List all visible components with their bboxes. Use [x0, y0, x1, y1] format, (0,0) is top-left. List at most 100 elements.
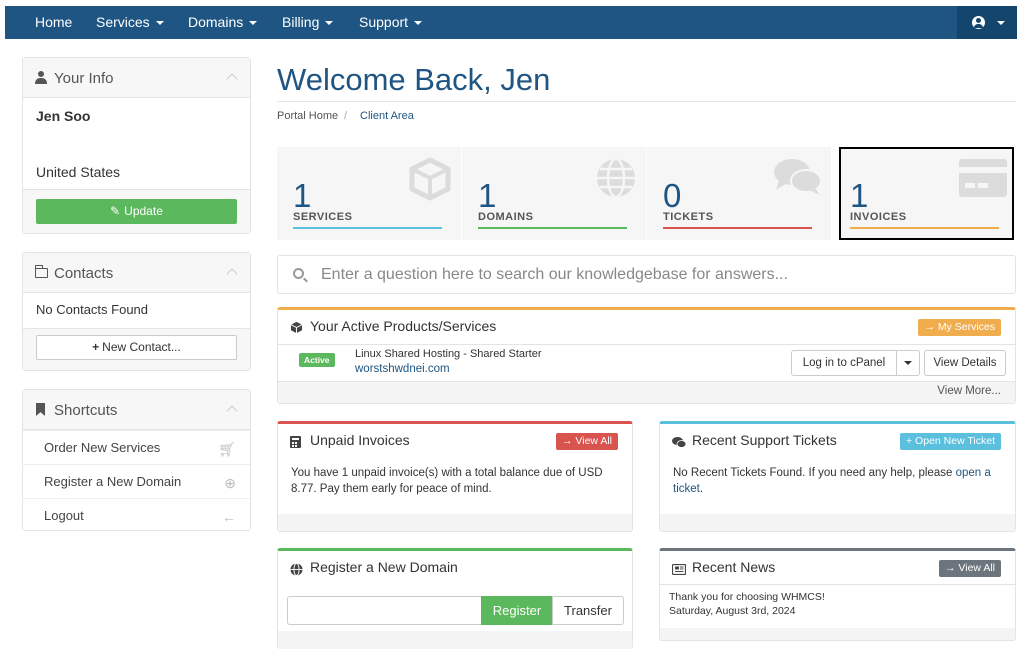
new-contact-button[interactable]: + New Contact... [36, 335, 237, 360]
invoices-view-all-label: View All [575, 435, 612, 447]
folder-icon [35, 265, 48, 278]
comments-icon [774, 159, 822, 195]
update-label: Update [124, 204, 163, 218]
shortcuts-panel: Shortcuts Order New Services 🛒︎ Register… [22, 389, 251, 531]
caret-down-icon [249, 21, 258, 26]
domains-label: DOMAINS [478, 211, 534, 223]
arrow-right-icon: → [924, 321, 938, 333]
your-info-header[interactable]: Your Info [23, 58, 250, 98]
unpaid-invoices-text: You have 1 unpaid invoice(s) with a tota… [291, 467, 603, 495]
chevron-up-icon[interactable] [226, 268, 238, 280]
services-underline [293, 227, 442, 229]
domain-footer [278, 631, 632, 649]
knowledgebase-search-input[interactable] [321, 264, 1001, 286]
transfer-button[interactable]: Transfer [552, 596, 624, 625]
arrow-left-icon: ← [222, 509, 236, 525]
period-text: . [699, 483, 704, 495]
globe-icon: ⊕ [224, 475, 236, 491]
news-headline: Thank you for choosing WHMCS! [669, 591, 825, 603]
recent-tickets-text: No Recent Tickets Found. If you need any… [673, 465, 1003, 497]
nav-support-label: Support [359, 14, 409, 30]
no-tickets-text: No Recent Tickets Found. If you need any… [673, 467, 953, 479]
open-new-ticket-button[interactable]: + Open New Ticket [899, 433, 1001, 450]
invoices-view-all-button[interactable]: → View All [556, 433, 618, 450]
stat-tile-domains[interactable]: 1 DOMAINS [462, 147, 646, 240]
caret-down-icon [414, 21, 423, 26]
stat-tile-invoices[interactable]: 1 INVOICES [839, 147, 1014, 240]
my-services-label: My Services [937, 321, 995, 333]
invoices-count: 1 [850, 177, 869, 214]
knowledgebase-search [277, 255, 1016, 294]
product-domain-link[interactable]: worstshwdnei.com [355, 363, 450, 375]
product-name: Linux Shared Hosting - Shared Starter [355, 348, 542, 360]
news-divider [660, 584, 1015, 585]
news-item[interactable]: Thank you for choosing WHMCS! Saturday, … [669, 590, 825, 618]
cube-icon [290, 321, 303, 334]
tickets-label: TICKETS [663, 211, 714, 223]
active-products-card: Your Active Products/Services → My Servi… [277, 307, 1016, 404]
stat-tile-tickets[interactable]: 0 TICKETS [647, 147, 831, 240]
products-divider [278, 344, 1015, 345]
domain-search-input[interactable] [287, 596, 482, 625]
search-icon [293, 268, 304, 279]
shortcut-register-domain[interactable]: Register a New Domain ⊕ [23, 464, 250, 498]
your-info-panel: Your Info Jen Soo United States ✎ Update [22, 57, 251, 234]
status-badge: Active [299, 353, 335, 367]
newspaper-icon [672, 564, 686, 575]
chevron-up-icon[interactable] [226, 73, 238, 85]
comments-icon [672, 437, 686, 448]
no-contacts-text: No Contacts Found [36, 302, 149, 317]
client-name: Jen Soo [36, 108, 91, 124]
shortcut-label: Logout [44, 508, 84, 523]
invoices-footer [278, 514, 632, 531]
shortcut-logout[interactable]: Logout ← [23, 498, 250, 532]
nav-billing-label: Billing [282, 14, 320, 30]
nav-support[interactable]: Support [359, 6, 423, 39]
user-icon [35, 71, 47, 84]
contacts-title: Contacts [54, 265, 114, 282]
view-more-link[interactable]: View More... [937, 385, 1001, 397]
recent-tickets-card: Recent Support Tickets + Open New Ticket… [659, 421, 1016, 532]
caret-down-icon [325, 21, 334, 26]
view-details-button[interactable]: View Details [924, 350, 1006, 376]
unpaid-invoices-card: Unpaid Invoices → View All You have 1 un… [277, 421, 633, 532]
contacts-header[interactable]: Contacts [23, 253, 250, 293]
nav-services[interactable]: Services [96, 6, 164, 39]
shortcut-label: Order New Services [44, 440, 161, 455]
tickets-footer [660, 514, 1015, 531]
shortcut-order-new-services[interactable]: Order New Services 🛒︎ [23, 430, 250, 464]
contacts-panel: Contacts No Contacts Found + New Contact.… [22, 252, 251, 371]
caret-down-icon [997, 21, 1005, 25]
login-cpanel-button[interactable]: Log in to cPanel [791, 350, 897, 376]
nav-billing[interactable]: Billing [282, 6, 334, 39]
cart-icon: 🛒︎ [218, 441, 236, 457]
login-dropdown-toggle[interactable] [896, 350, 920, 376]
update-button[interactable]: ✎ Update [36, 199, 237, 224]
chevron-up-icon[interactable] [226, 405, 238, 417]
register-domain-title: Register a New Domain [310, 559, 458, 575]
user-menu-button[interactable] [957, 6, 1017, 39]
news-footer [660, 628, 1015, 640]
nav-home[interactable]: Home [35, 6, 72, 39]
stat-tile-services[interactable]: 1 SERVICES [277, 147, 461, 240]
recent-tickets-title: Recent Support Tickets [692, 432, 837, 448]
invoices-underline [850, 227, 999, 229]
register-button[interactable]: Register [481, 596, 553, 625]
your-info-title: Your Info [54, 70, 114, 87]
news-view-all-button[interactable]: → View All [939, 560, 1001, 577]
shortcuts-title: Shortcuts [54, 402, 118, 419]
invoices-label: INVOICES [850, 211, 907, 223]
nav-domains-label: Domains [188, 14, 244, 30]
open-new-ticket-label: Open New Ticket [915, 435, 995, 447]
products-footer: View More... [278, 381, 1015, 403]
arrow-right-icon: → [562, 435, 576, 447]
breadcrumb-portal-home[interactable]: Portal Home [277, 110, 338, 122]
my-services-button[interactable]: → My Services [918, 319, 1001, 336]
cube-icon [409, 157, 451, 201]
globe-icon [597, 157, 635, 199]
domains-underline [478, 227, 627, 229]
nav-domains[interactable]: Domains [188, 6, 258, 39]
register-domain-card: Register a New Domain Register Transfer [277, 548, 633, 649]
arrow-right-icon: → [945, 562, 959, 574]
shortcuts-header[interactable]: Shortcuts [23, 390, 250, 430]
